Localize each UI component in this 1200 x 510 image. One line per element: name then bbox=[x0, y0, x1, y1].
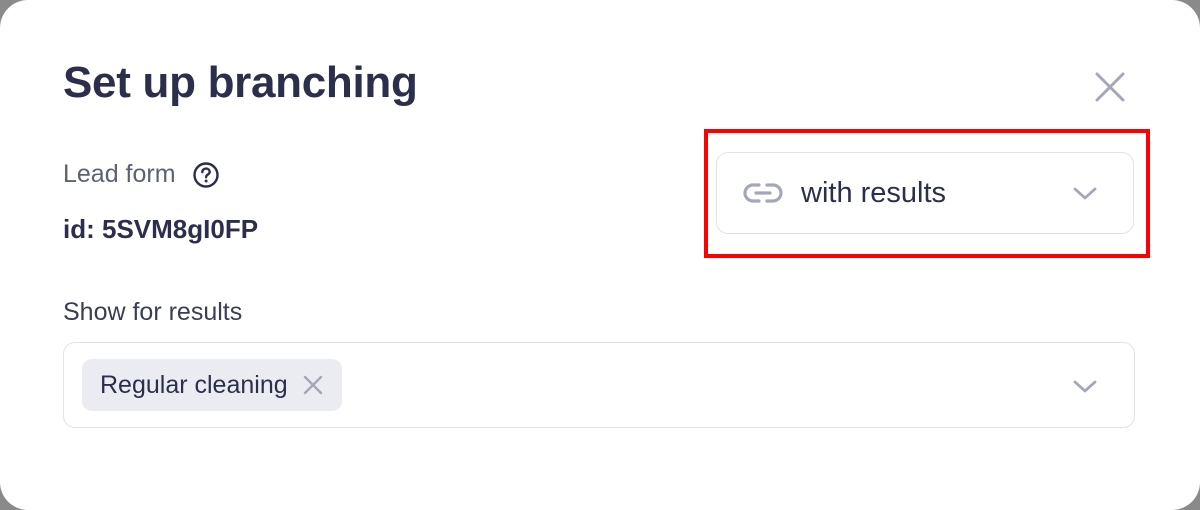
chevron-down-icon bbox=[1073, 187, 1097, 200]
lead-form-id: id: 5SVM8gI0FP bbox=[63, 214, 259, 244]
link-mode-value: with results bbox=[801, 177, 947, 209]
lead-form-label-row: Lead form bbox=[63, 160, 220, 189]
selected-tag: Regular cleaning bbox=[82, 359, 342, 411]
tag-remove-button[interactable] bbox=[302, 374, 324, 396]
link-icon bbox=[743, 183, 783, 203]
results-multiselect[interactable]: Regular cleaning bbox=[63, 342, 1135, 428]
lead-form-label: Lead form bbox=[63, 160, 176, 188]
question-circle-icon[interactable] bbox=[192, 161, 220, 189]
chevron-down-icon[interactable] bbox=[1072, 376, 1098, 396]
show-for-results-label: Show for results bbox=[63, 298, 243, 326]
branching-dialog: Set up branching Lead form id: 5SVM8gI0F… bbox=[0, 0, 1200, 510]
close-icon bbox=[1095, 72, 1125, 102]
tag-label: Regular cleaning bbox=[100, 370, 288, 399]
close-icon bbox=[303, 375, 322, 395]
link-mode-select[interactable]: with results bbox=[716, 152, 1134, 234]
dialog-title: Set up branching bbox=[63, 58, 418, 107]
close-button[interactable] bbox=[1087, 64, 1133, 110]
